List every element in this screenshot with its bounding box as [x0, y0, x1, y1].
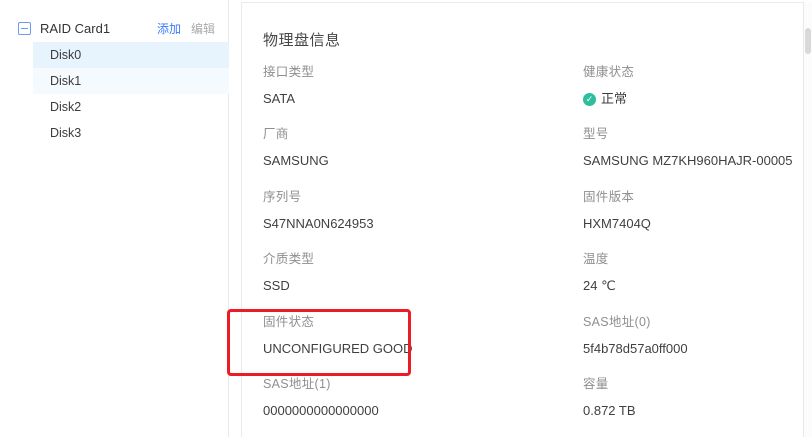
collapse-minus-icon[interactable]	[18, 22, 31, 35]
physical-disk-info-page: RAID Card1 添加 编辑 Disk0Disk1Disk2Disk3 物理…	[0, 0, 812, 437]
field-label: 健康状态	[583, 63, 634, 81]
field-label: 接口类型	[263, 63, 314, 81]
tree-node-raid-card[interactable]: RAID Card1 添加 编辑	[0, 14, 229, 42]
sidebar-item-disk0[interactable]: Disk0	[33, 42, 229, 68]
disk-tree-sidebar: RAID Card1 添加 编辑 Disk0Disk1Disk2Disk3	[0, 0, 229, 437]
field-4: 序列号 S47NNA0N624953	[263, 188, 374, 233]
field-value: 24 ℃	[583, 277, 616, 295]
tree-actions: 添加 编辑	[157, 20, 215, 37]
field-label: 型号	[583, 125, 793, 143]
sidebar-item-disk2[interactable]: Disk2	[33, 94, 229, 120]
scrollbar-track[interactable]	[803, 2, 812, 437]
field-firmware-state: 固件状态 UNCONFIGURED GOOD	[263, 313, 413, 358]
field-value: SAMSUNG MZ7KH960HAJR-00005	[583, 152, 793, 170]
field-5: 固件版本 HXM7404Q	[583, 188, 651, 233]
field-value: ✓正常	[583, 90, 634, 108]
field-label: 容量	[583, 375, 636, 393]
physical-disk-info-panel: 物理盘信息 接口类型SATA健康状态✓正常厂商SAMSUNG型号SAMSUNG …	[241, 2, 812, 437]
field-value: S47NNA0N624953	[263, 215, 374, 233]
field-3: 型号 SAMSUNG MZ7KH960HAJR-00005	[583, 125, 793, 170]
field-label: SAS地址(0)	[583, 313, 688, 331]
sidebar-item-disk3[interactable]: Disk3	[33, 120, 229, 146]
field-value: HXM7404Q	[583, 215, 651, 233]
field-7: 温度 24 ℃	[583, 250, 616, 295]
field-label: 温度	[583, 250, 616, 268]
fields-grid: 接口类型 SATA 健康状态 ✓正常厂商 SAMSUNG 型号 SAMSUNG MZ7KH9…	[242, 3, 812, 437]
field-10: SAS地址(1) 0000000000000000	[263, 375, 379, 420]
field-value: SSD	[263, 277, 314, 295]
field-6: 介质类型 SSD	[263, 250, 314, 295]
sidebar-item-disk1[interactable]: Disk1	[33, 68, 229, 94]
field-1: 健康状态 ✓正常	[583, 63, 634, 108]
field-label: 固件状态	[263, 313, 413, 331]
check-circle-icon: ✓	[583, 93, 596, 106]
field-value: 0000000000000000	[263, 402, 379, 420]
field-label: 介质类型	[263, 250, 314, 268]
field-value: 5f4b78d57a0ff000	[583, 340, 688, 358]
field-label: 固件版本	[583, 188, 651, 206]
field-2: 厂商 SAMSUNG	[263, 125, 329, 170]
field-label: SAS地址(1)	[263, 375, 379, 393]
disk-list: Disk0Disk1Disk2Disk3	[0, 42, 229, 146]
field-value: SAMSUNG	[263, 152, 329, 170]
add-link[interactable]: 添加	[157, 20, 181, 37]
edit-link[interactable]: 编辑	[191, 20, 215, 37]
field-value: UNCONFIGURED GOOD	[263, 340, 413, 358]
field-value: SATA	[263, 90, 314, 108]
field-9: SAS地址(0) 5f4b78d57a0ff000	[583, 313, 688, 358]
field-0: 接口类型 SATA	[263, 63, 314, 108]
field-11: 容量 0.872 TB	[583, 375, 636, 420]
field-value: 0.872 TB	[583, 402, 636, 420]
field-label: 序列号	[263, 188, 374, 206]
scrollbar-thumb[interactable]	[805, 28, 811, 54]
field-label: 厂商	[263, 125, 329, 143]
tree-root-label: RAID Card1	[40, 21, 157, 36]
